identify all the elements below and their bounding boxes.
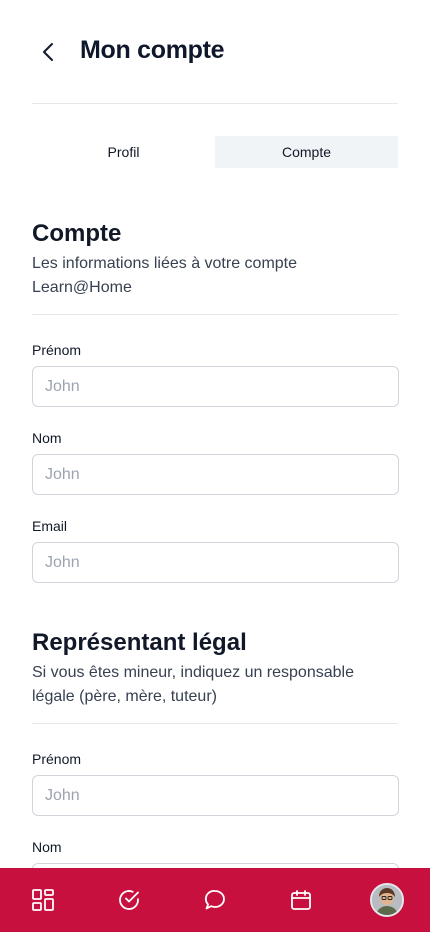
section-divider <box>32 723 398 724</box>
calendar-icon <box>291 890 311 910</box>
nav-messages[interactable] <box>193 878 237 922</box>
nav-profile[interactable] <box>365 878 409 922</box>
email-field-group: Email <box>32 517 399 583</box>
guardian-section: Représentant légal Si vous êtes mineur, … <box>32 627 399 904</box>
chevron-left-icon <box>43 43 53 61</box>
avatar <box>370 883 404 917</box>
check-circle-icon <box>119 890 139 910</box>
last-name-field-group: Nom <box>32 429 399 495</box>
header: Mon compte <box>0 0 430 104</box>
chat-bubble-icon <box>204 890 225 910</box>
account-section: Compte Les informations liées à votre co… <box>32 218 399 583</box>
dashboard-grid-icon <box>32 889 54 911</box>
first-name-field-group: Prénom <box>32 341 399 407</box>
section-divider <box>32 314 398 315</box>
nav-calendar[interactable] <box>279 878 323 922</box>
last-name-label: Nom <box>32 430 62 446</box>
bottom-navigation <box>0 868 430 932</box>
guardian-first-name-field-group: Prénom <box>32 750 399 816</box>
tab-bar: Profil Compte <box>32 136 398 168</box>
email-input[interactable] <box>32 542 399 583</box>
email-label: Email <box>32 518 68 534</box>
section-title: Compte <box>32 220 122 247</box>
section-description: Les informations liées à votre compte Le… <box>32 255 298 296</box>
nav-dashboard[interactable] <box>21 878 65 922</box>
form-content: Compte Les informations liées à votre co… <box>32 218 399 904</box>
first-name-input[interactable] <box>32 366 399 407</box>
last-name-input[interactable] <box>32 454 399 495</box>
tab-profil[interactable]: Profil <box>32 136 215 168</box>
back-button[interactable] <box>34 38 62 66</box>
section-title: Représentant légal <box>32 629 247 656</box>
nav-tasks[interactable] <box>107 878 151 922</box>
page-title: Mon compte <box>80 36 225 64</box>
header-divider <box>32 103 398 104</box>
guardian-first-name-label: Prénom <box>32 751 82 767</box>
section-description: Si vous êtes mineur, indiquez un respons… <box>32 664 354 705</box>
first-name-label: Prénom <box>32 342 82 358</box>
guardian-last-name-label: Nom <box>32 839 62 855</box>
guardian-first-name-input[interactable] <box>32 775 399 816</box>
tab-compte[interactable]: Compte <box>215 136 398 168</box>
